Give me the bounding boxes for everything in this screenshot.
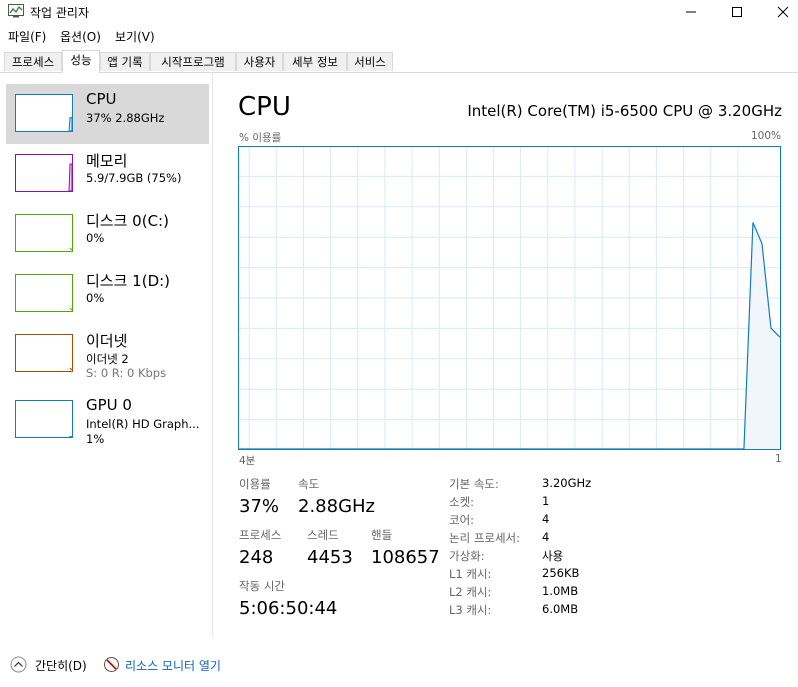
thumbnail-svg: [68, 436, 72, 437]
spec-label: 가상화:: [449, 549, 485, 563]
thumbnail-svg: [69, 367, 72, 371]
sidebar-item-detail: 0%: [86, 231, 105, 245]
sidebar-item-name: 이더넷: [86, 332, 128, 350]
spec-label: 소켓:: [449, 495, 475, 509]
close-button[interactable]: [760, 0, 798, 24]
spec-value: 1.0MB: [542, 584, 579, 598]
sidebar-item-detail: 37% 2.88GHz: [86, 111, 165, 125]
thumbnail-svg: [68, 163, 72, 191]
tab-processes[interactable]: 프로세스: [4, 52, 62, 71]
usage-label: 이용률: [239, 477, 271, 491]
thumbnail-usage-spike: [68, 163, 72, 191]
speed-label: 속도: [298, 477, 320, 491]
sidebar-item-detail: 5.9/7.9GB (75%): [86, 171, 182, 185]
uptime-label: 작동 시간: [239, 579, 285, 593]
graph-time-right: 1: [775, 453, 782, 465]
thumbnail-svg: [68, 117, 72, 131]
minimize-icon: [686, 11, 696, 13]
sidebar-item-name: GPU 0: [86, 396, 132, 414]
ethernet-thumbnail-graph: [15, 334, 73, 372]
sidebar-item-ethernet[interactable]: 이더넷 이더넷 2 S: 0 R: 0 Kbps: [6, 324, 209, 384]
collapse-chevron-icon[interactable]: [10, 656, 27, 673]
menu-options[interactable]: 옵션(O): [60, 28, 101, 45]
thumbnail-baseline: [69, 367, 72, 371]
maximize-icon: [732, 7, 742, 17]
cpu-model-name: Intel(R) Core(TM) i5-6500 CPU @ 3.20GHz: [467, 102, 782, 120]
tab-details[interactable]: 세부 정보: [283, 52, 347, 71]
task-manager-icon: [8, 4, 24, 18]
spec-label: 논리 프로세서:: [449, 531, 521, 545]
thumbnail-usage-spike: [68, 117, 72, 131]
menu-view[interactable]: 보기(V): [115, 28, 155, 45]
minimize-button[interactable]: [668, 0, 714, 24]
tab-users[interactable]: 사용자: [236, 52, 283, 71]
spec-label: L2 캐시:: [449, 585, 492, 599]
threads-label: 스레드: [307, 528, 339, 542]
sidebar-item-detail: Intel(R) HD Graph...: [86, 417, 200, 431]
thumbnail-baseline: [69, 247, 72, 251]
footer-bar: 간단히(D) 리소스 모니터 열기: [0, 645, 798, 687]
processes-value: 248: [239, 547, 274, 568]
tab-performance[interactable]: 성능: [62, 50, 100, 73]
spec-value: 4: [542, 512, 550, 526]
thumbnail-svg: [69, 307, 72, 311]
tab-startup[interactable]: 시작프로그램: [150, 52, 236, 71]
open-resource-monitor-link[interactable]: 리소스 모니터 열기: [125, 657, 221, 674]
thumbnail-baseline: [69, 307, 72, 311]
spec-value: 사용: [542, 549, 564, 563]
sidebar-item-cpu[interactable]: CPU 37% 2.88GHz: [6, 84, 209, 144]
sidebar-item-detail: 이더넷 2: [86, 352, 129, 366]
spec-label: 코어:: [449, 513, 475, 527]
tab-strip: 프로세스 성능 앱 기록 시작프로그램 사용자 세부 정보 서비스: [0, 50, 798, 73]
sidebar-item-name: 디스크 0(C:): [86, 212, 169, 230]
fewer-details-button[interactable]: 간단히(D): [35, 657, 87, 674]
handles-value: 108657: [371, 547, 440, 568]
sidebar-item-memory[interactable]: 메모리 5.9/7.9GB (75%): [6, 144, 209, 204]
resource-sidebar: CPU 37% 2.88GHz 메모리 5.9/7.9GB (75%) 디스크 …: [0, 72, 213, 637]
spec-value: 6.0MB: [542, 602, 579, 616]
cpu-usage-graph: [238, 146, 781, 450]
uptime-value: 5:06:50:44: [239, 598, 338, 619]
spec-label: 기본 속도:: [449, 477, 499, 491]
sidebar-item-disk-1[interactable]: 디스크 1(D:) 0%: [6, 264, 209, 324]
resource-monitor-icon: [104, 657, 119, 672]
tab-services[interactable]: 서비스: [347, 52, 393, 71]
handles-label: 핸들: [371, 528, 393, 542]
spec-label: L3 캐시:: [449, 603, 492, 617]
gpu-thumbnail-graph: [15, 400, 73, 438]
sidebar-item-throughput: S: 0 R: 0 Kbps: [86, 366, 167, 380]
sidebar-item-gpu[interactable]: GPU 0 Intel(R) HD Graph... 1%: [6, 390, 209, 450]
sidebar-item-name: 메모리: [86, 152, 128, 170]
graph-time-left: 4분: [239, 455, 256, 467]
sidebar-item-detail: 0%: [86, 291, 105, 305]
spec-value: 3.20GHz: [542, 476, 592, 490]
spec-value: 256KB: [542, 566, 580, 580]
cpu-thumbnail-graph: [15, 94, 73, 132]
spec-value: 4: [542, 530, 550, 544]
tab-app-history[interactable]: 앱 기록: [100, 52, 150, 71]
threads-value: 4453: [307, 547, 353, 568]
disk0-thumbnail-graph: [15, 214, 73, 252]
window-title: 작업 관리자: [30, 6, 90, 20]
menu-file[interactable]: 파일(F): [8, 28, 46, 45]
sidebar-item-name: 디스크 1(D:): [86, 272, 171, 290]
disk1-thumbnail-graph: [15, 274, 73, 312]
page-title: CPU: [238, 92, 291, 122]
sidebar-item-name: CPU: [86, 90, 117, 108]
spec-label: L1 캐시:: [449, 567, 492, 581]
thumbnail-svg: [69, 247, 72, 251]
maximize-button[interactable]: [714, 0, 760, 24]
title-bar: 작업 관리자: [0, 0, 798, 24]
speed-value: 2.88GHz: [298, 496, 376, 517]
sidebar-item-usage: 1%: [86, 432, 105, 446]
spec-value: 1: [542, 494, 550, 508]
close-icon: [777, 6, 789, 18]
graph-y-max: 100%: [750, 130, 781, 142]
usage-value: 37%: [239, 496, 280, 517]
processes-label: 프로세스: [239, 528, 282, 542]
sidebar-item-disk-0[interactable]: 디스크 0(C:) 0%: [6, 204, 209, 264]
memory-thumbnail-graph: [15, 154, 73, 192]
graph-y-label: % 이용률: [239, 132, 282, 144]
